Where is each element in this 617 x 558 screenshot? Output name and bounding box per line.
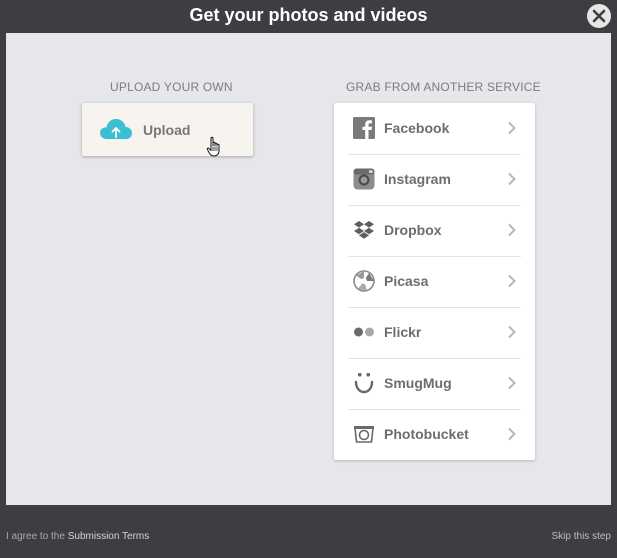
service-item-smugmug[interactable]: SmugMug (348, 358, 521, 410)
chevron-right-icon (508, 274, 516, 288)
services-section-heading: GRAB FROM ANOTHER SERVICE (346, 80, 541, 94)
close-button[interactable] (587, 4, 611, 28)
service-label: Flickr (384, 324, 422, 340)
chevron-right-icon (508, 427, 516, 441)
chevron-right-icon (508, 172, 516, 186)
dialog-content: UPLOAD YOUR OWN Upload GRAB FROM ANOTHER… (6, 33, 611, 505)
service-item-dropbox[interactable]: Dropbox (348, 205, 521, 257)
service-item-photobucket[interactable]: Photobucket (348, 409, 521, 460)
service-item-picasa[interactable]: Picasa (348, 256, 521, 308)
close-icon (592, 9, 606, 23)
photobucket-icon (354, 426, 374, 443)
submission-terms-link[interactable]: Submission Terms (68, 531, 150, 542)
service-item-flickr[interactable]: Flickr (348, 307, 521, 359)
service-label: Picasa (384, 273, 429, 289)
upload-button[interactable]: Upload (82, 103, 253, 157)
picasa-icon (353, 270, 375, 292)
services-list: Facebook Instagram Dropbox Picasa Flickr… (334, 103, 535, 460)
hand-pointer-icon (206, 136, 220, 157)
service-label: Photobucket (384, 426, 469, 442)
upload-button-label: Upload (143, 122, 191, 138)
facebook-icon (353, 117, 375, 139)
chevron-right-icon (508, 223, 516, 237)
service-label: SmugMug (384, 375, 452, 391)
chevron-right-icon (508, 325, 516, 339)
terms-agreement-prefix: I agree to the (6, 531, 68, 542)
chevron-right-icon (508, 121, 516, 135)
service-label: Instagram (384, 171, 451, 187)
dialog-title-bar: Get your photos and videos (0, 0, 617, 33)
instagram-icon (353, 168, 375, 190)
chevron-right-icon (508, 376, 516, 390)
flickr-icon (354, 327, 374, 337)
dropbox-icon (354, 221, 374, 239)
dialog-footer: I agree to the Submission Terms Skip thi… (0, 505, 617, 558)
service-label: Dropbox (384, 222, 442, 238)
dialog-title: Get your photos and videos (189, 5, 428, 25)
service-item-instagram[interactable]: Instagram (348, 154, 521, 206)
smugmug-icon (354, 373, 374, 394)
skip-step-link[interactable]: Skip this step (552, 531, 611, 542)
cloud-upload-icon (100, 119, 132, 139)
terms-agreement: I agree to the Submission Terms (6, 531, 149, 542)
service-item-facebook[interactable]: Facebook (348, 103, 521, 155)
upload-section-heading: UPLOAD YOUR OWN (110, 80, 233, 94)
service-label: Facebook (384, 120, 450, 136)
